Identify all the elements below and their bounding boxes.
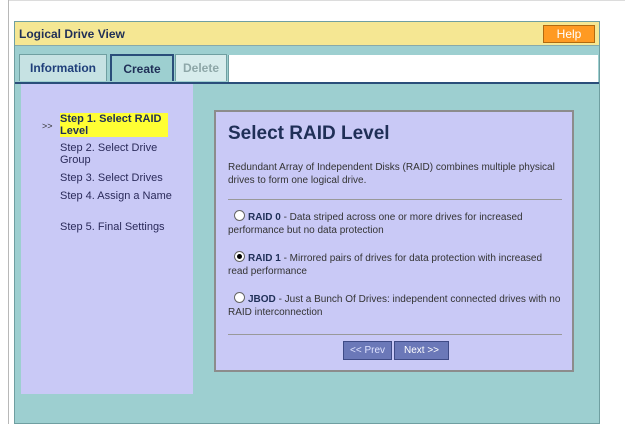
option-jbod: JBOD - Just a Bunch Of Drives: independe… [228, 292, 562, 319]
current-step-marker: >> [42, 121, 53, 131]
panel-titlebar: Logical Drive View Help [15, 22, 599, 46]
step-select-raid-level[interactable]: Step 1. Select RAID Level [60, 113, 168, 137]
step-final-settings[interactable]: Step 5. Final Settings [60, 221, 180, 233]
next-button[interactable]: Next >> [394, 341, 449, 360]
raid0-label: RAID 0 [248, 212, 281, 223]
raid1-label: RAID 1 [248, 253, 281, 264]
wizard-title: Select RAID Level [228, 123, 390, 144]
select-raid-level-box: Select RAID Level Redundant Array of Ind… [214, 110, 574, 372]
divider [228, 199, 562, 200]
option-raid0: RAID 0 - Data striped across one or more… [228, 210, 562, 237]
step-select-drives[interactable]: Step 3. Select Drives [60, 172, 180, 184]
prev-button[interactable]: << Prev [343, 341, 392, 360]
jbod-radio[interactable] [234, 292, 245, 303]
step-select-drive-group[interactable]: Step 2. Select Drive Group [60, 142, 180, 166]
wizard-description: Redundant Array of Independent Disks (RA… [228, 162, 555, 186]
window-left-border [8, 0, 9, 424]
tab-strip: Information Create Delete [15, 46, 599, 82]
divider [228, 334, 562, 335]
step-assign-name[interactable]: Step 4. Assign a Name [60, 190, 180, 202]
raid0-radio[interactable] [234, 210, 245, 221]
help-button[interactable]: Help [543, 25, 595, 43]
jbod-description: - Just a Bunch Of Drives: independent co… [228, 294, 561, 318]
window-top-border [8, 0, 625, 1]
option-raid1: RAID 1 - Mirrored pairs of drives for da… [228, 251, 562, 278]
jbod-label: JBOD [248, 294, 276, 305]
tab-delete: Delete [175, 54, 227, 81]
panel-title: Logical Drive View [19, 27, 125, 41]
raid1-radio[interactable] [234, 251, 245, 262]
wizard-steps-sidebar: >> Step 1. Select RAID Level Step 2. Sel… [21, 84, 193, 394]
tab-create[interactable]: Create [110, 54, 174, 81]
tab-information[interactable]: Information [19, 54, 107, 81]
tab-strip-fill [228, 55, 598, 82]
logical-drive-view-panel: Logical Drive View Help Information Crea… [14, 21, 600, 424]
